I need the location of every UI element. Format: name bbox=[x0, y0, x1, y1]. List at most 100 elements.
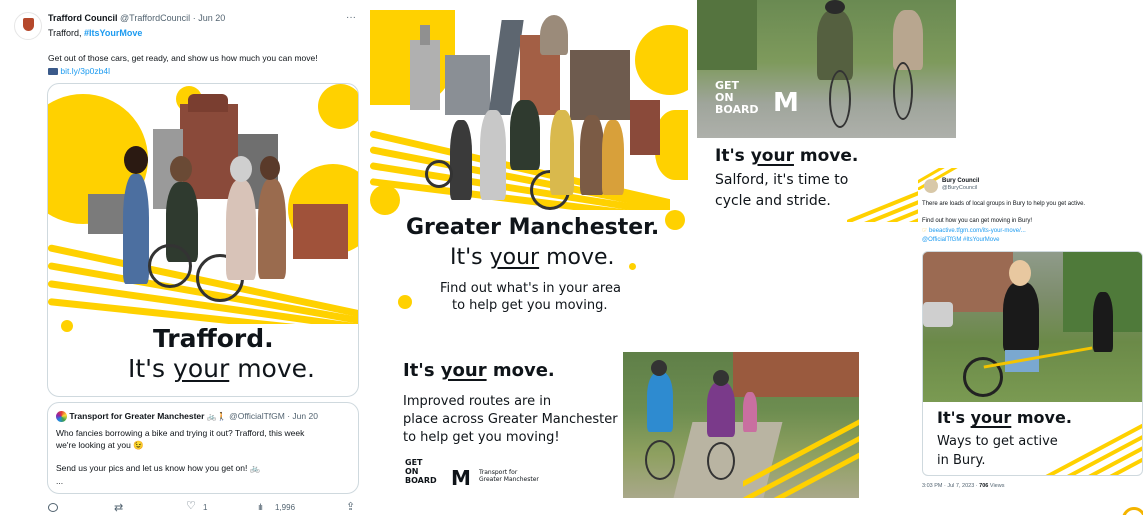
bike-wheel bbox=[707, 442, 735, 480]
yellow-circle bbox=[665, 210, 685, 230]
bury-heading: It's bbox=[937, 408, 971, 427]
salford-line: cycle and stride. bbox=[715, 193, 831, 209]
yellow-circle bbox=[629, 263, 636, 270]
quote-ellipsis: ... bbox=[56, 476, 64, 486]
poster-line: to help get you moving. bbox=[452, 298, 608, 313]
cyclist bbox=[707, 382, 735, 437]
yellow-stripes bbox=[1043, 402, 1142, 475]
like-icon[interactable]: ♡ bbox=[186, 499, 196, 512]
retweet-icon[interactable]: ⇄ bbox=[114, 501, 123, 514]
get-on-board-logo: GET ON BOARD bbox=[405, 458, 437, 485]
cyclist bbox=[817, 10, 853, 80]
routes-line: to help get you moving! bbox=[403, 430, 560, 445]
person bbox=[602, 120, 624, 195]
bike-wheel bbox=[893, 62, 913, 120]
hashtag-link[interactable]: #ItsYourMove bbox=[84, 28, 142, 38]
tweet-bury[interactable]: Bury Council @BuryCouncil There are load… bbox=[918, 168, 1143, 515]
quote-text: we're looking at you 😉 bbox=[56, 440, 144, 450]
person bbox=[258, 179, 286, 279]
routes-line: place across Greater Manchester bbox=[403, 412, 618, 427]
yellow-circle bbox=[398, 295, 412, 309]
image-subtitle-your: your bbox=[173, 354, 230, 383]
avatar[interactable] bbox=[924, 179, 938, 193]
routes-line: Improved routes are in bbox=[403, 394, 552, 409]
like-count: 1 bbox=[203, 503, 208, 512]
tfgm-logo-icon: M bbox=[773, 88, 799, 118]
short-link[interactable]: bit.ly/3p0zb4l bbox=[60, 66, 110, 76]
salford-heading: It's bbox=[715, 146, 751, 166]
views-count: 1,996 bbox=[275, 503, 296, 512]
cyclist bbox=[1003, 282, 1039, 352]
tweet-body: There are loads of local groups in Bury … bbox=[922, 201, 1086, 207]
poster-routes: It's your move. Improved routes are in p… bbox=[395, 350, 865, 505]
cyclists-photo bbox=[623, 352, 859, 498]
person bbox=[226, 180, 256, 280]
salford-heading-your: your bbox=[750, 146, 794, 166]
crest-icon bbox=[23, 18, 34, 31]
yellow-stripes bbox=[743, 412, 859, 498]
tweet-date[interactable]: · Jun 20 bbox=[193, 13, 226, 23]
pointer-icon: ☞ bbox=[922, 228, 930, 234]
views-label: Views bbox=[989, 483, 1005, 489]
tweet-handle[interactable]: @TraffordCouncil bbox=[120, 13, 190, 23]
routes-heading-end: move. bbox=[486, 360, 555, 381]
tweet-author[interactable]: Trafford Council bbox=[48, 13, 118, 23]
bike-wheel bbox=[645, 440, 675, 480]
image-subtitle: It's bbox=[128, 354, 174, 383]
person bbox=[1093, 292, 1113, 352]
poster-title: Greater Manchester. bbox=[406, 215, 660, 240]
tweet-handle[interactable]: @BuryCouncil bbox=[942, 185, 977, 191]
avatar[interactable] bbox=[14, 12, 42, 40]
bury-heading-your: your bbox=[970, 408, 1012, 427]
quote-handle[interactable]: @OfficialTfGM bbox=[229, 411, 285, 421]
quote-author[interactable]: Transport for Greater Manchester bbox=[69, 411, 204, 421]
more-icon[interactable]: ··· bbox=[346, 12, 356, 23]
salford-line: Salford, it's time to bbox=[715, 172, 849, 188]
routes-heading-your: your bbox=[440, 360, 487, 381]
yellow-circle bbox=[635, 25, 688, 95]
tfgm-avatar bbox=[56, 411, 67, 423]
poster-subtitle-end: move. bbox=[539, 245, 615, 270]
link-icon bbox=[48, 68, 58, 76]
tweet-body: Find out how you can get moving in Bury! bbox=[922, 218, 1033, 224]
bike-wheel bbox=[829, 70, 851, 128]
poster-line: Find out what's in your area bbox=[440, 281, 621, 296]
reply-icon[interactable] bbox=[48, 503, 58, 512]
bury-line: in Bury. bbox=[937, 453, 986, 468]
poster-greater-manchester: Greater Manchester. It's your move. Find… bbox=[370, 10, 688, 340]
tweet-tags[interactable]: @OfficialTfGM #ItsYourMove bbox=[922, 237, 999, 243]
get-on-board-logo: GET ON BOARD bbox=[715, 79, 759, 116]
image-title: Trafford. bbox=[153, 324, 274, 353]
bike-wheel bbox=[148, 244, 192, 288]
tweet-author[interactable]: Bury Council bbox=[942, 178, 979, 184]
tweet-body: Get out of those cars, get ready, and sh… bbox=[48, 53, 318, 63]
quote-text: Who fancies borrowing a bike and trying … bbox=[56, 428, 305, 438]
tweet-trafford[interactable]: Trafford Council @TraffordCouncil · Jun … bbox=[0, 0, 370, 515]
poster-subtitle-your: your bbox=[489, 245, 540, 270]
person bbox=[480, 110, 506, 200]
views-icon[interactable]: ılı bbox=[258, 502, 263, 512]
share-icon[interactable]: ⇪ bbox=[346, 500, 355, 513]
cyclists-photo: GET ON BOARD M bbox=[697, 0, 956, 138]
tfgm-logo-text: Transport for Greater Manchester bbox=[479, 469, 539, 483]
views-count: 706 bbox=[979, 483, 989, 489]
person bbox=[550, 110, 574, 195]
tweet-link[interactable]: ☞ beeactive.tfgm.com/its-your-move/... bbox=[922, 227, 1026, 234]
quote-date[interactable]: · Jun 20 bbox=[287, 411, 318, 421]
cyclist bbox=[893, 10, 923, 70]
tweet-image[interactable]: It's your move. Ways to get active in Bu… bbox=[922, 251, 1143, 476]
bury-line: Ways to get active bbox=[937, 434, 1058, 449]
tfgm-logo-icon: M bbox=[451, 466, 471, 490]
cyclist bbox=[647, 372, 673, 432]
building-collage bbox=[410, 40, 440, 110]
quoted-tweet[interactable]: Transport for Greater Manchester 🚲🚶 @Off… bbox=[47, 402, 359, 494]
quote-text: Send us your pics and let us know how yo… bbox=[56, 463, 261, 473]
tweet-image[interactable]: Trafford. It's your move. bbox=[47, 83, 359, 397]
quote-emojis: 🚲🚶 bbox=[206, 412, 227, 421]
image-subtitle-end: move. bbox=[229, 354, 315, 383]
bike-wheel bbox=[425, 160, 453, 188]
tweet-timestamp[interactable]: 3:03 PM · Jul 7, 2023 · bbox=[922, 483, 978, 489]
person bbox=[123, 174, 149, 284]
yellow-circle bbox=[318, 84, 358, 129]
person bbox=[580, 115, 604, 195]
